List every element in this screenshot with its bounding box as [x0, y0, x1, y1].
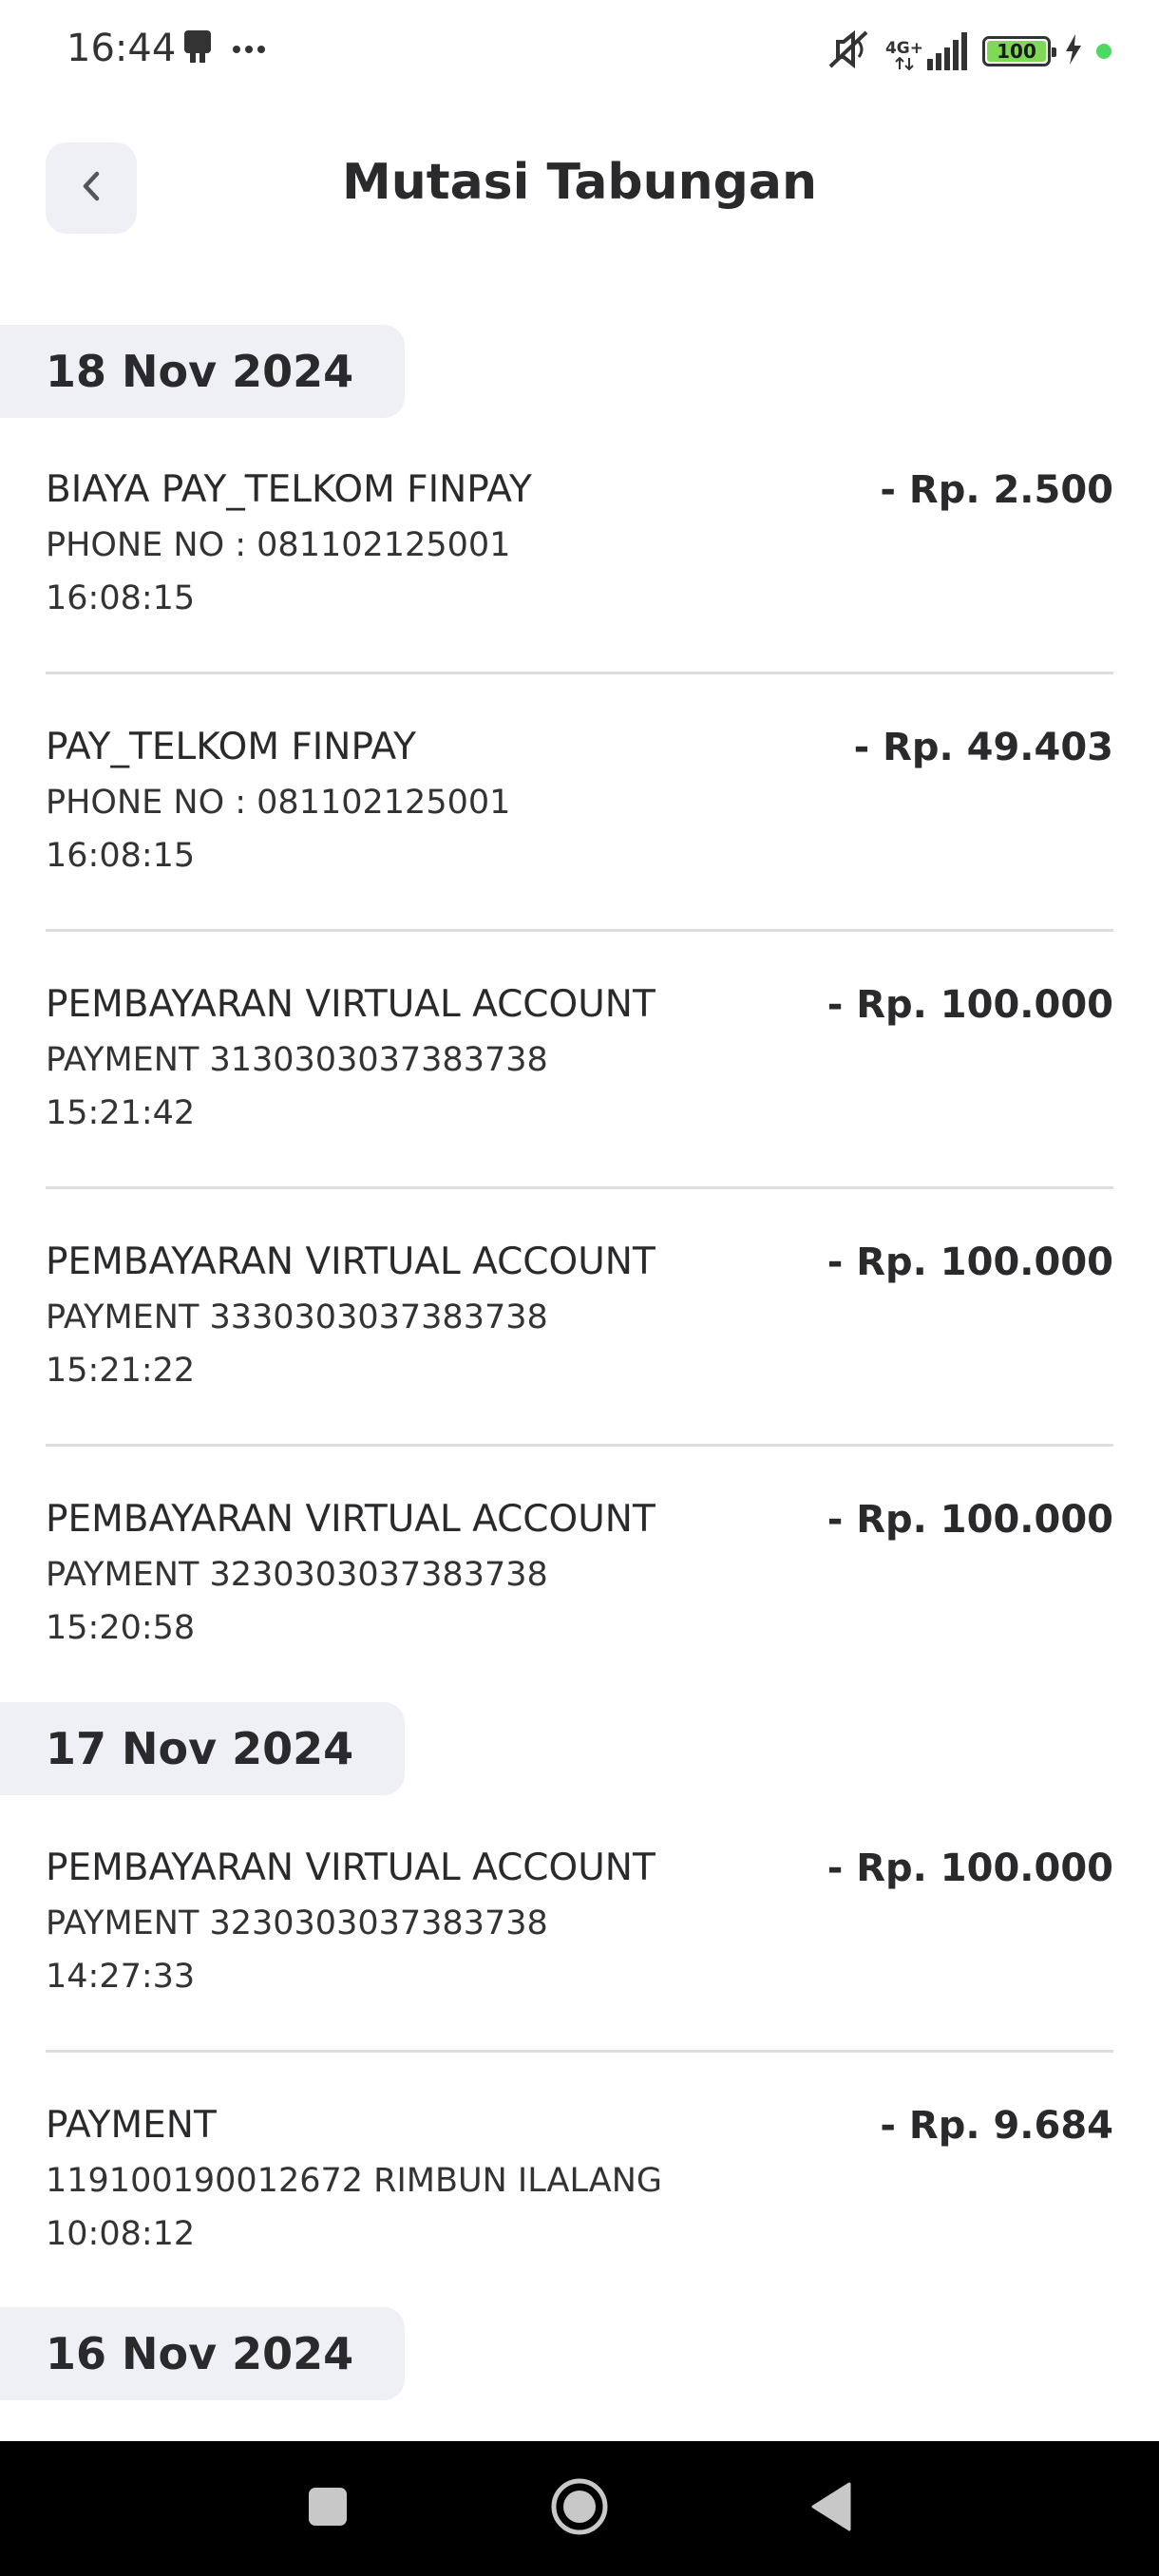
transaction-amount: - Rp. 100.000 [826, 983, 1113, 1027]
transaction-detail: PHONE NO : 081102125001 [46, 526, 511, 564]
transaction-amount: - Rp. 100.000 [826, 1241, 1113, 1284]
transaction-detail: 119100190012672 RIMBUN ILALANG [46, 2162, 663, 2200]
transaction-detail: PAYMENT 3230303037383738 [46, 1556, 548, 1594]
divider [46, 929, 1113, 932]
transaction-item[interactable]: BIAYA PAY_TELKOM FINPAY - Rp. 2.500 PHON… [46, 467, 1113, 619]
transaction-detail: PAYMENT 3230303037383738 [46, 1904, 548, 1942]
network-type: 4G+ [884, 39, 923, 58]
divider [46, 2050, 1113, 2053]
transaction-item[interactable]: PEMBAYARAN VIRTUAL ACCOUNT - Rp. 100.000… [46, 982, 1113, 1134]
divider [46, 1444, 1113, 1447]
transaction-time: 15:20:58 [46, 1609, 196, 1647]
transaction-amount: - Rp. 49.403 [853, 726, 1113, 769]
transaction-detail: PAYMENT 3130303037383738 [46, 1041, 548, 1079]
transaction-amount: - Rp. 100.000 [826, 1498, 1113, 1542]
back-nav-button[interactable] [788, 2441, 874, 2576]
date-header: 17 Nov 2024 [0, 1702, 405, 1795]
status-bar: 16:44 4G+ 100 [0, 0, 1159, 104]
date-header: 16 Nov 2024 [0, 2307, 405, 2400]
transaction-amount: - Rp. 100.000 [826, 1847, 1113, 1890]
transaction-item[interactable]: PAY_TELKOM FINPAY - Rp. 49.403 PHONE NO … [46, 725, 1113, 877]
transaction-detail: PAYMENT 3330303037383738 [46, 1298, 548, 1336]
back-icon [809, 2482, 853, 2535]
transaction-time: 16:08:15 [46, 579, 196, 617]
transaction-amount: - Rp. 2.500 [880, 468, 1113, 512]
date-header: 18 Nov 2024 [0, 325, 405, 418]
notification-icon [180, 28, 215, 68]
divider [46, 672, 1113, 674]
transaction-item[interactable]: PEMBAYARAN VIRTUAL ACCOUNT - Rp. 100.000… [46, 1240, 1113, 1392]
charging-icon [1064, 33, 1083, 69]
transaction-time: 10:08:12 [46, 2215, 196, 2253]
signal-icon: 4G+ [885, 32, 969, 70]
transaction-time: 16:08:15 [46, 837, 196, 875]
page-title: Mutasi Tabungan [341, 154, 818, 211]
transaction-detail: PHONE NO : 081102125001 [46, 784, 511, 822]
home-button[interactable] [537, 2441, 622, 2576]
status-dot [1096, 44, 1112, 59]
recents-button[interactable] [285, 2441, 370, 2576]
transaction-amount: - Rp. 9.684 [880, 2104, 1113, 2148]
transaction-item[interactable]: PEMBAYARAN VIRTUAL ACCOUNT - Rp. 100.000… [46, 1846, 1113, 1998]
battery-icon: 100 [982, 36, 1056, 66]
more-dots-icon [232, 40, 266, 58]
transaction-time: 15:21:42 [46, 1094, 196, 1132]
transaction-time: 14:27:33 [46, 1958, 196, 1996]
status-time: 16:44 [66, 27, 177, 70]
transaction-item[interactable]: PAYMENT - Rp. 9.684 119100190012672 RIMB… [46, 2103, 1113, 2255]
divider [46, 1186, 1113, 1189]
mute-icon [825, 28, 872, 74]
battery-level: 100 [997, 40, 1036, 63]
navigation-bar [0, 2441, 1159, 2576]
recents-icon [307, 2486, 349, 2531]
home-icon [550, 2477, 609, 2540]
transaction-item[interactable]: PEMBAYARAN VIRTUAL ACCOUNT - Rp. 100.000… [46, 1497, 1113, 1649]
transaction-time: 15:21:22 [46, 1352, 196, 1390]
